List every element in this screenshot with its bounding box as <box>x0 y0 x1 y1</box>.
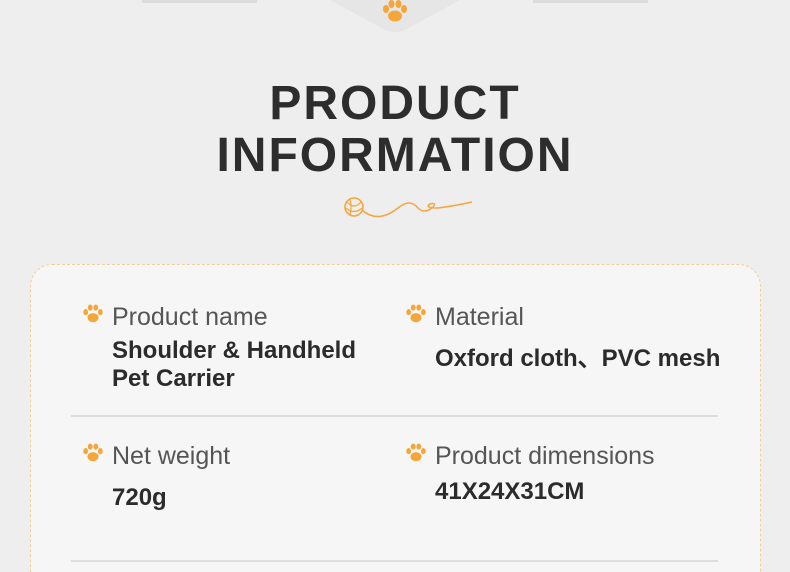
product-name-cell: Product name Shoulder & Handheld Pet Car… <box>82 303 382 403</box>
net-weight-label: Net weight <box>112 442 231 470</box>
product-name-value-line-1: Shoulder & Handheld <box>112 337 357 364</box>
top-strip-right <box>533 0 648 3</box>
dimensions-cell: Product dimensions 41X24X31CM <box>405 442 735 522</box>
page-title: PRODUCT INFORMATION <box>0 78 790 182</box>
dimensions-label: Product dimensions <box>435 442 655 470</box>
title-line-1: PRODUCT <box>269 77 521 130</box>
material-cell: Material Oxford cloth、PVC mesh <box>405 303 735 403</box>
net-weight-cell: Net weight 720g <box>82 442 382 522</box>
row-divider-bottom <box>71 560 718 562</box>
dimensions-value: 41X24X31CM <box>435 478 585 505</box>
material-value: Oxford cloth、PVC mesh <box>435 345 721 372</box>
paw-icon <box>82 303 104 325</box>
product-name-value: Shoulder & Handheld Pet Carrier <box>112 337 356 393</box>
yarn-ball-icon <box>344 197 473 218</box>
paw-icon <box>82 442 104 464</box>
product-name-value-line-2: Pet Carrier <box>112 365 235 392</box>
material-label: Material <box>435 303 524 331</box>
paw-notch <box>330 0 460 32</box>
product-info-card: Product name Shoulder & Handheld Pet Car… <box>30 264 761 572</box>
paw-icon <box>405 303 427 325</box>
row-divider <box>71 415 718 417</box>
net-weight-value: 720g <box>112 484 167 511</box>
paw-icon <box>405 442 427 464</box>
product-name-label: Product name <box>112 303 268 331</box>
title-line-2: INFORMATION <box>216 129 574 182</box>
top-strip-left <box>142 0 257 3</box>
